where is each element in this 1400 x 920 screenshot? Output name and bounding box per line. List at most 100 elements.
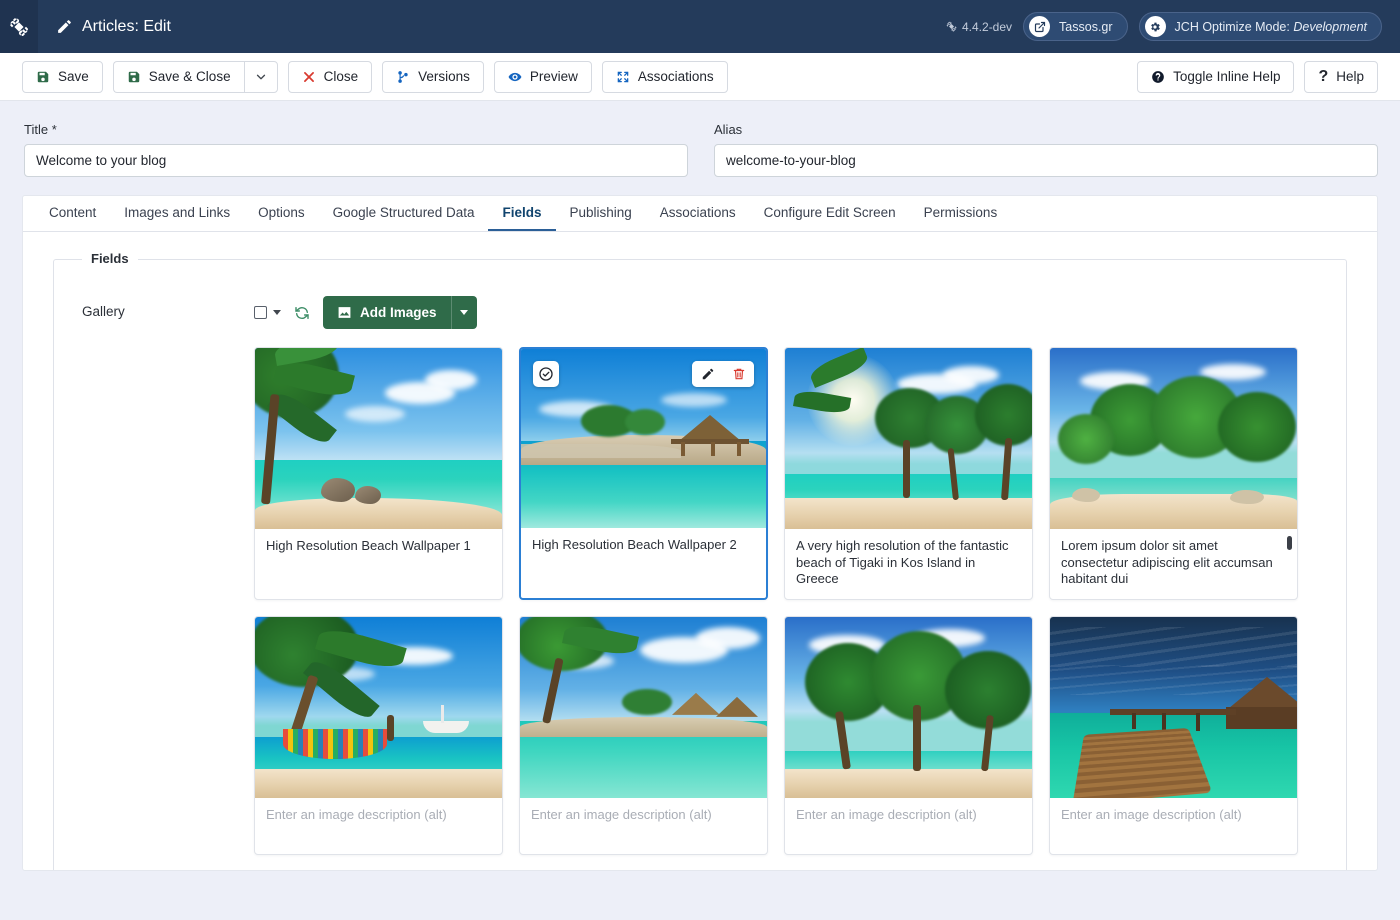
select-all-dropdown[interactable] [254, 306, 281, 319]
gallery-thumbnail[interactable] [785, 617, 1032, 798]
help-button[interactable]: ? Help [1304, 61, 1378, 93]
arrows-contract-icon [616, 70, 630, 84]
close-button[interactable]: Close [288, 61, 373, 93]
gallery-field-row: Gallery [54, 260, 1346, 855]
gallery-thumbnail[interactable] [1050, 348, 1297, 529]
gallery-tile[interactable]: Lorem ipsum dolor sit amet consectetur a… [1049, 347, 1298, 600]
fields-fieldset: Fields Gallery [53, 259, 1347, 871]
joomla-logo-icon [9, 17, 29, 37]
joomla-version-text: 4.4.2-dev [962, 20, 1012, 34]
gallery-thumbnail[interactable] [255, 348, 502, 529]
gallery-thumbnail[interactable] [1050, 617, 1297, 798]
add-images-button[interactable]: Add Images [323, 296, 477, 329]
gallery-thumbnail[interactable] [521, 349, 766, 528]
tassos-link-pill[interactable]: Tassos.gr [1023, 12, 1128, 41]
check-circle-icon [538, 366, 554, 382]
preview-button[interactable]: Preview [494, 61, 592, 93]
save-dropdown-toggle[interactable] [244, 61, 278, 93]
joomla-logo-button[interactable] [0, 0, 38, 53]
add-images-main[interactable]: Add Images [323, 296, 451, 329]
add-images-dropdown-toggle[interactable] [451, 296, 477, 329]
gallery-thumbnail[interactable] [785, 348, 1032, 529]
top-header: Articles: Edit 4.4.2-dev Tassos.gr [0, 0, 1400, 53]
tab-google-structured-data[interactable]: Google Structured Data [319, 196, 489, 231]
gallery-alt-placeholder[interactable]: Enter an image description (alt) [1050, 798, 1297, 854]
jch-optimize-pill[interactable]: JCH Optimize Mode: Development [1139, 12, 1382, 41]
gallery-thumbnail[interactable] [255, 617, 502, 798]
versions-button[interactable]: Versions [382, 61, 484, 93]
title-alias-row: Title * Alias [22, 101, 1378, 181]
beach-scene-image [255, 348, 502, 529]
gallery-alt-text[interactable]: Lorem ipsum dolor sit amet consectetur a… [1050, 529, 1297, 599]
joomla-mark-icon [946, 21, 957, 32]
gallery-label: Gallery [82, 296, 254, 855]
tab-publishing[interactable]: Publishing [556, 196, 646, 231]
gallery-alt-text[interactable]: High Resolution Beach Wallpaper 2 [521, 528, 766, 584]
header-right-group: 4.4.2-dev Tassos.gr JCH Optimize Mode: D… [946, 12, 1400, 41]
save-and-close-button[interactable]: Save & Close [113, 61, 244, 93]
gallery-tile[interactable]: High Resolution Beach Wallpaper 1 [254, 347, 503, 600]
jch-mode-value: Development [1293, 20, 1367, 34]
gallery-tile-delete-button[interactable] [723, 361, 754, 387]
gallery-grid: High Resolution Beach Wallpaper 1 [254, 347, 1324, 855]
refresh-icon [294, 305, 310, 321]
beach-scene-image [785, 348, 1032, 529]
eye-icon [508, 70, 522, 84]
title-field-wrap: Title * [24, 122, 688, 177]
tab-permissions[interactable]: Permissions [910, 196, 1012, 231]
gear-icon [1145, 16, 1166, 37]
title-label: Title * [24, 122, 688, 137]
joomla-version: 4.4.2-dev [946, 20, 1012, 34]
external-link-icon [1029, 16, 1050, 37]
toggle-inline-help-button[interactable]: Toggle Inline Help [1137, 61, 1294, 93]
toggle-inline-help-label: Toggle Inline Help [1173, 69, 1280, 84]
title-input[interactable] [24, 144, 688, 177]
gallery-alt-placeholder[interactable]: Enter an image description (alt) [520, 798, 767, 854]
tab-options[interactable]: Options [244, 196, 319, 231]
chevron-down-icon [273, 310, 281, 315]
toolbar-right-group: Toggle Inline Help ? Help [1137, 61, 1378, 93]
caption-scrollbar[interactable] [1287, 536, 1292, 550]
alias-input[interactable] [714, 144, 1378, 177]
tab-images-and-links[interactable]: Images and Links [110, 196, 244, 231]
gallery-tile-select-checkbox[interactable] [533, 361, 559, 387]
gallery-tile-edit-button[interactable] [692, 361, 723, 387]
tab-fields[interactable]: Fields [488, 196, 555, 231]
help-label: Help [1336, 69, 1364, 84]
page-title: Articles: Edit [56, 18, 171, 36]
gallery-tile[interactable]: Enter an image description (alt) [254, 616, 503, 855]
save-and-close-label: Save & Close [149, 69, 231, 84]
beach-scene-image [785, 617, 1032, 798]
gallery-tile[interactable]: High Resolution Beach Wallpaper 2 [519, 347, 768, 600]
question-circle-icon [1151, 70, 1165, 84]
beach-scene-image [255, 617, 502, 798]
beach-scene-image [520, 617, 767, 798]
gallery-tile[interactable]: Enter an image description (alt) [519, 616, 768, 855]
gallery-alt-text[interactable]: A very high resolution of the fantastic … [785, 529, 1032, 599]
gallery-thumbnail[interactable] [520, 617, 767, 798]
fields-legend: Fields [82, 251, 138, 266]
gallery-tile[interactable]: A very high resolution of the fantastic … [784, 347, 1033, 600]
preview-label: Preview [530, 69, 578, 84]
refresh-button[interactable] [294, 305, 310, 321]
editor-panel: Content Images and Links Options Google … [22, 195, 1378, 871]
page-title-text: Articles: Edit [82, 18, 171, 36]
add-images-label: Add Images [360, 305, 437, 320]
associations-button[interactable]: Associations [602, 61, 728, 93]
gallery-alt-placeholder[interactable]: Enter an image description (alt) [785, 798, 1032, 854]
gallery-alt-text[interactable]: High Resolution Beach Wallpaper 1 [255, 529, 502, 585]
gallery-tile[interactable]: Enter an image description (alt) [784, 616, 1033, 855]
save-button[interactable]: Save [22, 61, 103, 93]
gallery-alt-text-value: Lorem ipsum dolor sit amet consectetur a… [1061, 538, 1273, 586]
save-close-group: Save & Close [113, 61, 278, 93]
beach-scene-image [1050, 348, 1297, 529]
save-label: Save [58, 69, 89, 84]
pencil-icon [56, 18, 73, 35]
tab-configure-edit-screen[interactable]: Configure Edit Screen [750, 196, 910, 231]
checkbox-icon[interactable] [254, 306, 267, 319]
gallery-alt-placeholder[interactable]: Enter an image description (alt) [255, 798, 502, 854]
jch-optimize-label: JCH Optimize Mode: Development [1175, 20, 1367, 34]
tab-associations[interactable]: Associations [646, 196, 750, 231]
tab-content[interactable]: Content [35, 196, 110, 231]
gallery-tile[interactable]: Enter an image description (alt) [1049, 616, 1298, 855]
